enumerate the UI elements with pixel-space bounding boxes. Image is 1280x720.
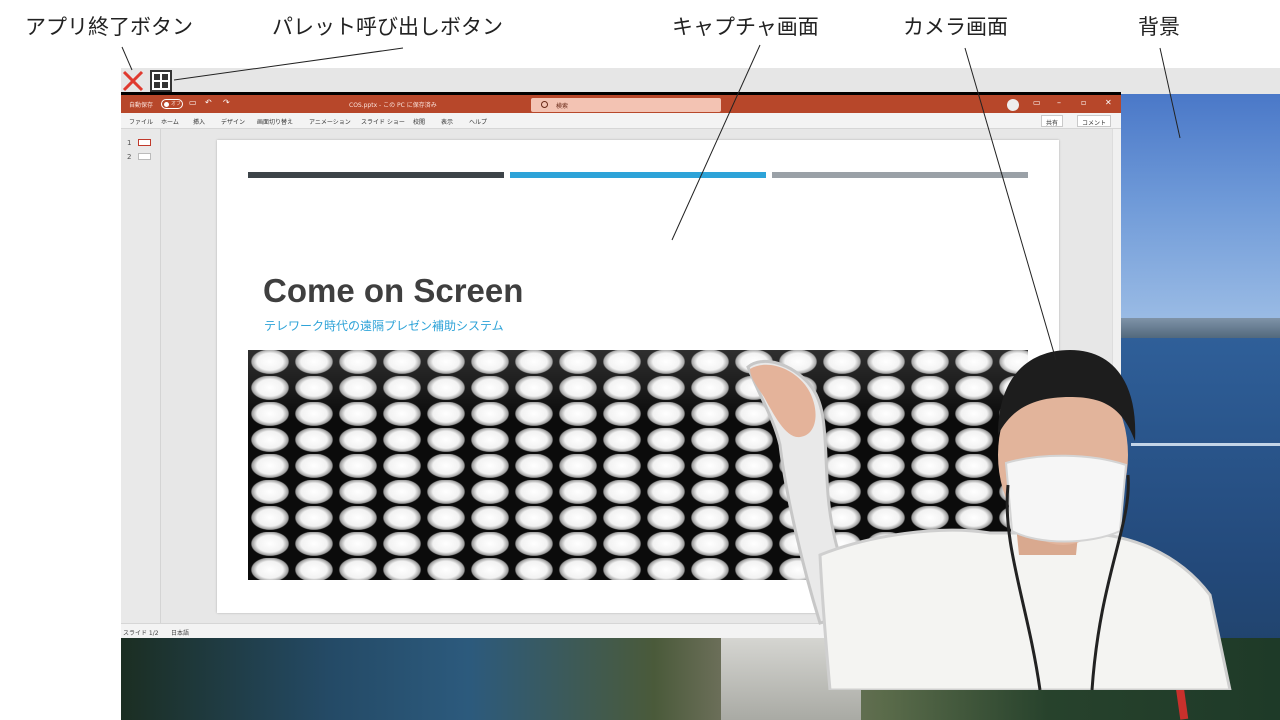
- ribbon-tab[interactable]: 画面切り替え: [257, 117, 293, 126]
- background-coast: [1121, 318, 1280, 340]
- label-exit-button: アプリ終了ボタン: [25, 15, 193, 39]
- undo-icon[interactable]: ↶: [205, 98, 212, 107]
- comment-button[interactable]: コメント: [1077, 115, 1112, 127]
- ribbon-tab[interactable]: ホーム: [161, 117, 179, 126]
- thumb-number: 1: [127, 139, 132, 147]
- ribbon-display-icon[interactable]: ▭: [1033, 98, 1041, 107]
- slide-subtitle: テレワーク時代の遠隔プレゼン補助システム: [264, 319, 504, 333]
- ppt-title-bar: 自動保存 オフ ▭ ↶ ↷ COS.pptx - この PC に保存済み 検索 …: [121, 92, 1121, 113]
- search-icon: [541, 101, 548, 108]
- label-camera-screen: カメラ画面: [903, 15, 1008, 39]
- ribbon-tab[interactable]: 表示: [441, 117, 453, 126]
- window-close-icon[interactable]: ✕: [1105, 98, 1112, 107]
- file-title: COS.pptx - この PC に保存済み: [349, 102, 437, 109]
- slide-accent-bar: [772, 172, 1028, 178]
- grid-icon: [154, 74, 168, 88]
- ribbon-tab[interactable]: 挿入: [193, 117, 205, 126]
- search-input[interactable]: 検索: [531, 98, 721, 112]
- comment-label: コメント: [1082, 120, 1107, 127]
- ribbon-tab[interactable]: スライド ショー: [361, 117, 405, 126]
- camera-screen: [746, 350, 1232, 690]
- minimize-icon[interactable]: –: [1057, 98, 1061, 107]
- close-x-icon: [122, 70, 144, 92]
- person-cutout: [746, 350, 1232, 690]
- slide-thumbnail-1[interactable]: [138, 139, 151, 146]
- background-sky: [1121, 94, 1280, 334]
- ribbon-tab[interactable]: 校閲: [413, 117, 425, 126]
- ribbon-tab[interactable]: ヘルプ: [469, 117, 487, 126]
- ribbon-tab[interactable]: ファイル: [129, 117, 153, 126]
- language: 日本語: [171, 630, 190, 637]
- slide-thumbnail-pane: 1 2: [121, 129, 161, 623]
- label-background: 背景: [1138, 15, 1180, 39]
- autosave-label: 自動保存: [129, 102, 154, 109]
- slide-thumbnail-2[interactable]: [138, 153, 151, 160]
- account-avatar[interactable]: [1007, 99, 1019, 111]
- save-icon[interactable]: ▭: [189, 98, 197, 107]
- slide-title: Come on Screen: [263, 272, 524, 309]
- ribbon-tab[interactable]: アニメーション: [309, 117, 351, 126]
- label-palette-button: パレット呼び出しボタン: [272, 15, 503, 39]
- share-label: 共有: [1046, 120, 1059, 127]
- slide-accent-bar: [510, 172, 766, 178]
- search-placeholder: 検索: [556, 103, 569, 110]
- leader-exit-button: [121, 46, 133, 71]
- slide-accent-bar: [248, 172, 504, 178]
- ribbon-tabs: 共有 コメント ファイル ホーム 挿入 デザイン 画面切り替え アニメーション スライド シ…: [121, 113, 1121, 129]
- autosave-state: オフ: [171, 101, 182, 107]
- palette-button[interactable]: [150, 70, 172, 92]
- label-capture-screen: キャプチャ画面: [672, 15, 819, 39]
- exit-button[interactable]: [122, 70, 144, 92]
- thumb-number: 2: [127, 153, 132, 161]
- maximize-icon[interactable]: ▫: [1081, 98, 1086, 107]
- ribbon-tab[interactable]: デザイン: [221, 117, 245, 126]
- slide-count: スライド 1/2: [123, 630, 159, 637]
- redo-icon[interactable]: ↷: [223, 98, 230, 107]
- share-button[interactable]: 共有: [1041, 115, 1064, 127]
